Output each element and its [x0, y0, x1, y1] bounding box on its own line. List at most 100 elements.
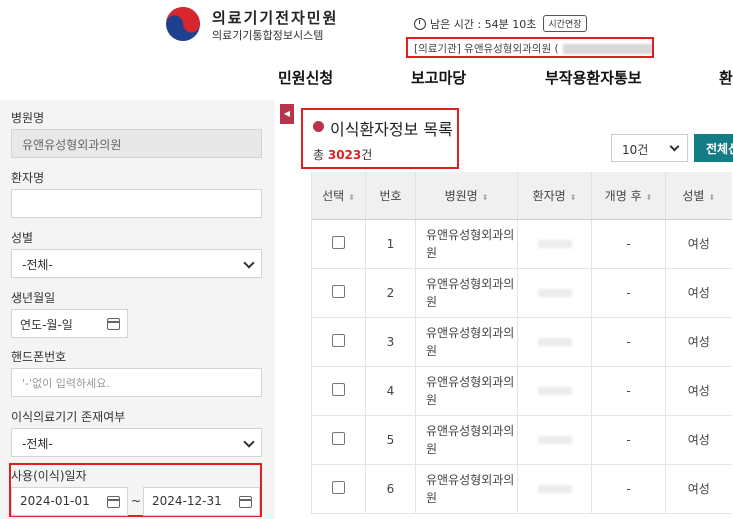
- table-row[interactable]: 2 유앤유성형외과의원 - 여성: [311, 268, 732, 318]
- sort-icon[interactable]: ⬍: [348, 193, 355, 202]
- phone-label: 핸드폰번호: [11, 350, 67, 364]
- row-checkbox[interactable]: [332, 333, 345, 347]
- row-hospital: 유앤유성형외과의원: [415, 415, 518, 465]
- clock-icon: [414, 17, 426, 30]
- calendar-icon[interactable]: [239, 496, 252, 508]
- session-timer: 남은 시간 : 54분 10초 시간연장: [414, 15, 587, 32]
- col-select[interactable]: 선택 ⬍: [311, 172, 366, 220]
- row-checkbox[interactable]: [332, 235, 345, 249]
- birth-date-value: 연도-월-일: [20, 318, 73, 332]
- total-suffix: 건: [361, 148, 373, 162]
- redacted-patient-name: [537, 337, 572, 346]
- chevron-down-icon: [243, 436, 255, 448]
- row-number: 3: [365, 317, 416, 367]
- col-hospital[interactable]: 병원명 ⬍: [415, 172, 518, 220]
- row-checkbox[interactable]: [332, 382, 345, 396]
- usage-date-label: 사용(이식)일자: [11, 469, 87, 483]
- institution-label: [의료기관] 유앤유성형외과의원 (: [414, 43, 559, 55]
- row-number: 4: [365, 366, 416, 416]
- redacted-area: [562, 44, 652, 54]
- redacted-patient-name: [537, 239, 572, 248]
- brand-title[interactable]: 의료기기전자민원: [212, 7, 338, 28]
- table-row[interactable]: 6 유앤유성형외과의원 - 여성: [311, 464, 732, 514]
- row-checkbox[interactable]: [332, 284, 345, 298]
- chevron-down-icon: [243, 257, 255, 269]
- table-row[interactable]: 5 유앤유성형외과의원 - 여성: [311, 415, 732, 465]
- sort-icon[interactable]: ⬍: [570, 193, 577, 202]
- row-renamed: -: [591, 464, 666, 514]
- hospital-label: 병원명: [11, 111, 45, 125]
- row-renamed: -: [591, 366, 666, 416]
- patient-table: 선택 ⬍ 번호 병원명 ⬍ 환자명 ⬍ 개명 후 ⬍ 성별 ⬍ 1 유앤유성형외과의원 -…: [311, 172, 732, 514]
- page-size-value: 10건: [622, 143, 649, 157]
- list-title-highlight: 이식환자정보 목록 총 3023건: [301, 108, 459, 169]
- col-gender-label: 성별: [682, 188, 705, 203]
- col-select-label: 선택: [322, 188, 345, 203]
- sort-icon[interactable]: ⬍: [708, 193, 715, 202]
- date-range-separator: ~: [131, 494, 142, 508]
- row-hospital: 유앤유성형외과의원: [415, 366, 518, 416]
- date-to-field[interactable]: 2024-12-31: [143, 487, 260, 516]
- date-from-field[interactable]: 2024-01-01: [11, 487, 128, 516]
- row-gender: 여성: [665, 268, 732, 318]
- row-gender: 여성: [665, 415, 732, 465]
- col-renamed[interactable]: 개명 후 ⬍: [591, 172, 666, 220]
- government-logo[interactable]: [165, 6, 201, 42]
- row-gender: 여성: [665, 366, 732, 416]
- date-to-value: 2024-12-31: [152, 494, 222, 508]
- collapse-sidebar-button[interactable]: ◀: [280, 104, 294, 124]
- birth-label: 생년월일: [11, 291, 56, 305]
- device-exists-label: 이식의료기기 존재여부: [11, 410, 126, 424]
- col-renamed-label: 개명 후: [604, 188, 642, 203]
- row-hospital: 유앤유성형외과의원: [415, 317, 518, 367]
- sort-icon[interactable]: ⬍: [646, 193, 653, 202]
- nav-overflow-item[interactable]: 환: [719, 67, 733, 88]
- row-renamed: -: [591, 317, 666, 367]
- table-row[interactable]: 3 유앤유성형외과의원 - 여성: [311, 317, 732, 367]
- birth-date-field[interactable]: 연도-월-일: [11, 309, 128, 338]
- redacted-patient-name: [537, 386, 572, 395]
- calendar-icon[interactable]: [107, 496, 120, 508]
- patient-field[interactable]: [11, 189, 262, 218]
- row-number: 2: [365, 268, 416, 318]
- row-hospital: 유앤유성형외과의원: [415, 219, 518, 269]
- phone-field[interactable]: '-'없이 입력하세요.: [11, 368, 262, 397]
- gender-select[interactable]: -전체-: [11, 249, 262, 278]
- nav-adverse-event[interactable]: 부작용환자통보: [545, 67, 642, 88]
- row-renamed: -: [591, 219, 666, 269]
- institution-info: [의료기관] 유앤유성형외과의원 (: [406, 37, 654, 58]
- col-patient[interactable]: 환자명 ⬍: [517, 172, 592, 220]
- row-checkbox[interactable]: [332, 431, 345, 445]
- row-renamed: -: [591, 415, 666, 465]
- row-hospital: 유앤유성형외과의원: [415, 464, 518, 514]
- date-from-value: 2024-01-01: [20, 494, 90, 508]
- nav-complaint[interactable]: 민원신청: [278, 67, 333, 88]
- nav-report[interactable]: 보고마당: [411, 67, 466, 88]
- select-all-button[interactable]: 전체선: [694, 134, 733, 162]
- remaining-time: 남은 시간 : 54분 10초: [430, 17, 537, 31]
- device-exists-select[interactable]: -전체-: [11, 428, 262, 457]
- col-number: 번호: [365, 172, 416, 220]
- patient-label: 환자명: [11, 171, 45, 185]
- table-row[interactable]: 1 유앤유성형외과의원 - 여성: [311, 219, 732, 269]
- total-prefix: 총: [313, 148, 328, 162]
- col-gender[interactable]: 성별 ⬍: [665, 172, 732, 220]
- calendar-icon[interactable]: [107, 318, 120, 330]
- chevron-down-icon: [669, 141, 680, 152]
- extend-session-button[interactable]: 시간연장: [543, 15, 587, 32]
- list-title: 이식환자정보 목록: [330, 120, 453, 139]
- total-count: 총 3023건: [313, 146, 372, 163]
- gender-label: 성별: [11, 231, 34, 245]
- redacted-patient-name: [537, 435, 572, 444]
- row-number: 5: [365, 415, 416, 465]
- main-content: 이식환자정보 목록 총 3023건 10건 전체선 선택⬍ 번호 병원명⬍ 환자…: [297, 100, 733, 519]
- row-checkbox[interactable]: [332, 480, 345, 494]
- table-row[interactable]: 4 유앤유성형외과의원 - 여성: [311, 366, 732, 416]
- header: 의료기기전자민원 의료기기통합정보시스템 남은 시간 : 54분 10초 시간연…: [0, 0, 733, 100]
- main-nav: 민원신청 보고마당 부작용환자통보 환: [0, 67, 733, 93]
- brand-subtitle: 의료기기통합정보시스템: [212, 29, 324, 42]
- col-hospital-label: 병원명: [444, 188, 478, 203]
- page-size-select[interactable]: 10건: [611, 134, 688, 162]
- sort-icon[interactable]: ⬍: [482, 193, 489, 202]
- row-number: 1: [365, 219, 416, 269]
